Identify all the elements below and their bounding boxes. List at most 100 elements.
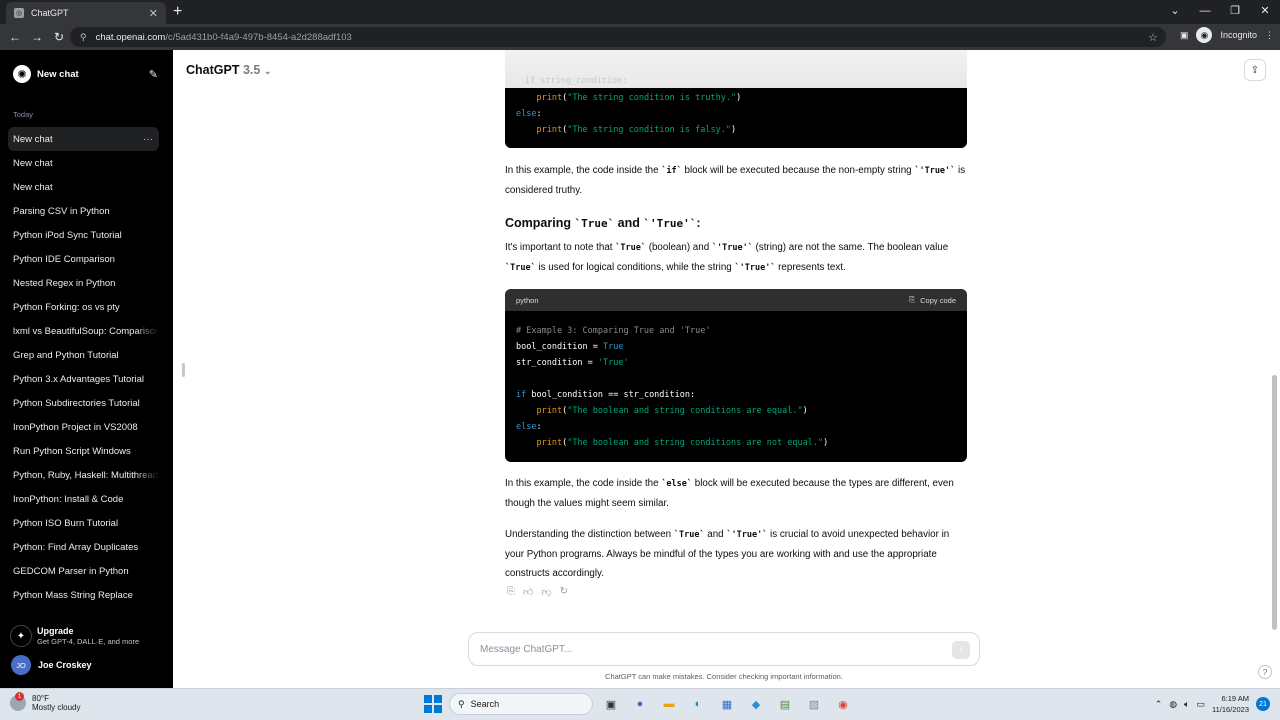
chat-history-item[interactable]: Python Forking: os vs pty — [8, 295, 159, 319]
chat-history-item[interactable]: lxml vs BeautifulSoup: Comparison — [8, 319, 159, 343]
thumbs-down-icon[interactable]: 👎︎ — [541, 586, 551, 598]
chat-history-item[interactable]: Python: Find Array Duplicates — [8, 535, 159, 559]
chat-app-icon[interactable]: ● — [629, 693, 651, 715]
store-icon[interactable]: ▦ — [716, 693, 738, 715]
browser-menu-icon[interactable]: ⋮ — [1265, 30, 1274, 41]
message-actions: ⎘ 👍︎ 👎︎ ↻ — [507, 586, 568, 598]
regenerate-icon[interactable]: ↻ — [560, 586, 568, 598]
text: It's important to note that — [505, 242, 616, 253]
user-menu[interactable]: JO Joe Croskey — [8, 654, 158, 676]
minimize-icon[interactable]: — — [1190, 0, 1220, 24]
chat-history-item[interactable]: Nested Regex in Python — [8, 271, 159, 295]
sidebar: ✺ New chat ✎ Today New chat ··· New chat … — [0, 50, 173, 688]
thumbs-up-icon[interactable]: 👍︎ — [523, 586, 533, 598]
site-info-icon[interactable]: ⚲ — [80, 32, 87, 43]
chevron-up-icon[interactable]: ⌃ — [1155, 699, 1163, 710]
browser-tab[interactable]: ◎ ChatGPT ✕ — [6, 2, 166, 24]
forward-icon[interactable]: → — [26, 30, 48, 44]
more-options-icon[interactable]: ··· — [143, 134, 153, 145]
chat-history-item[interactable]: New chat — [8, 151, 159, 175]
network-icon[interactable]: ◍ — [1169, 699, 1177, 710]
message-input[interactable]: Message ChatGPT... ↑ — [468, 632, 980, 666]
upgrade-button[interactable]: ✦ Upgrade Get GPT-4, DALL·E, and more — [8, 622, 158, 650]
restore-icon[interactable]: ❐ — [1220, 0, 1250, 24]
chat-history-item[interactable]: New chat — [8, 175, 159, 199]
compose-icon[interactable]: ✎ — [149, 68, 158, 81]
chat-title: Python: Find Array Duplicates — [13, 541, 139, 553]
scrollbar[interactable] — [1272, 375, 1277, 630]
vscode-icon[interactable]: ◆ — [745, 693, 767, 715]
text: In this example, the code inside the — [505, 165, 662, 176]
sidebar-collapse-handle[interactable] — [182, 363, 185, 377]
clock[interactable]: 6:19 AM 11/16/2023 — [1212, 693, 1249, 715]
windows-start-icon[interactable] — [424, 695, 442, 713]
volume-icon[interactable]: 🔈︎ — [1184, 699, 1189, 710]
chat-history-item[interactable]: Python Mass String Replace — [8, 583, 159, 607]
share-icon[interactable]: ⇪ — [1244, 59, 1266, 81]
bookmark-star-icon[interactable]: ☆ — [1148, 31, 1158, 44]
task-view-icon[interactable]: ▣ — [600, 693, 622, 715]
chat-history-item[interactable]: Python 3.x Advantages Tutorial — [8, 367, 159, 391]
chat-history-item[interactable]: Python iPod Sync Tutorial — [8, 223, 159, 247]
chat-history-item[interactable]: Python ISO Burn Tutorial — [8, 511, 159, 535]
code-line: if bool_condition == str_condition: — [516, 387, 956, 403]
back-icon[interactable]: ← — [4, 30, 26, 44]
code-token: 'True' — [597, 358, 629, 368]
help-icon[interactable]: ? — [1258, 665, 1272, 679]
code-ghost-line: if string_condition: — [525, 76, 628, 86]
tab-search-icon[interactable]: ⌄ — [1160, 0, 1190, 24]
chat-history-item[interactable]: Python Subdirectories Tutorial — [8, 391, 159, 415]
code-token: print — [536, 93, 563, 103]
text: block will be executed because the non-e… — [681, 165, 915, 176]
chat-history-item[interactable]: Run Python Script Windows — [8, 439, 159, 463]
chat-history-item[interactable]: New chat ··· — [8, 127, 159, 151]
chat-history-item[interactable]: IronPython: Install & Code — [8, 487, 159, 511]
cloud-icon: 1 — [10, 692, 26, 711]
url-host: chat.openai.com — [95, 31, 166, 43]
edge-icon[interactable]: ◐ — [687, 693, 709, 715]
chat-history-item[interactable]: Grep and Python Tutorial — [8, 343, 159, 367]
incognito-label[interactable]: Incognito — [1220, 30, 1257, 40]
model-version: 3.5 — [242, 63, 261, 77]
model-selector[interactable]: ChatGPT 3.5 ⌄ — [186, 63, 271, 77]
close-window-icon[interactable]: ✕ — [1250, 0, 1280, 24]
model-name: ChatGPT — [186, 63, 240, 77]
fade-overlay — [135, 463, 159, 487]
code-block: python ⎘ Copy code # Example 3: Comparin… — [505, 289, 967, 462]
chat-title: GEDCOM Parser in Python — [13, 565, 129, 577]
text: In this example, the code inside the — [505, 478, 662, 489]
user-name: Joe Croskey — [38, 660, 92, 670]
copy-code-button[interactable]: ⎘ Copy code — [909, 295, 956, 305]
side-panel-icon[interactable]: ▣ — [1180, 30, 1189, 41]
send-icon[interactable]: ↑ — [952, 641, 970, 659]
chat-title: Python ISO Burn Tutorial — [13, 517, 119, 529]
app-icon[interactable]: ▧ — [803, 693, 825, 715]
text: Comparing — [505, 216, 575, 230]
browser-window: ◎ ChatGPT ✕ + ⌄ — ❐ ✕ ← → ↻ ⚲ chat.opena… — [0, 0, 1280, 688]
address-bar[interactable]: ⚲ chat.openai.com/c/5ad431b0-f4a9-497b-8… — [70, 27, 1166, 47]
chat-history-item[interactable]: GEDCOM Parser in Python — [8, 559, 159, 583]
paragraph: It's important to note that `True` (bool… — [505, 238, 967, 278]
new-chat-button[interactable]: ✺ New chat ✎ — [8, 63, 158, 85]
weather-widget[interactable]: 1 80°F Mostly cloudy — [10, 692, 80, 712]
tab-title: ChatGPT — [31, 8, 69, 18]
copy-icon[interactable]: ⎘ — [507, 586, 515, 598]
chat-history-item[interactable]: Python, Ruby, Haskell: Multithreading — [8, 463, 159, 487]
chat-title: Python Forking: os vs pty — [13, 301, 120, 313]
taskbar-search[interactable]: ⚲ Search — [449, 693, 593, 715]
chat-history-item[interactable]: IronPython Project in VS2008 — [8, 415, 159, 439]
chat-title: Python IDE Comparison — [13, 253, 115, 265]
new-tab-icon[interactable]: + — [173, 3, 182, 21]
file-explorer-icon[interactable]: ▬ — [658, 693, 680, 715]
chevron-down-icon: ⌄ — [263, 66, 272, 76]
close-tab-icon[interactable]: ✕ — [149, 7, 158, 20]
chat-history-item[interactable]: Python IDE Comparison — [8, 247, 159, 271]
chat-title: IronPython Project in VS2008 — [13, 421, 138, 433]
battery-icon[interactable]: ▭ — [1197, 699, 1206, 710]
chat-history-item[interactable]: Parsing CSV in Python — [8, 199, 159, 223]
chrome-icon[interactable]: ◉ — [832, 693, 854, 715]
notification-badge[interactable]: 21 — [1256, 697, 1270, 711]
code-line: print("The boolean and string conditions… — [536, 438, 829, 448]
reload-icon[interactable]: ↻ — [48, 30, 70, 44]
notepad-icon[interactable]: ▤ — [774, 693, 796, 715]
